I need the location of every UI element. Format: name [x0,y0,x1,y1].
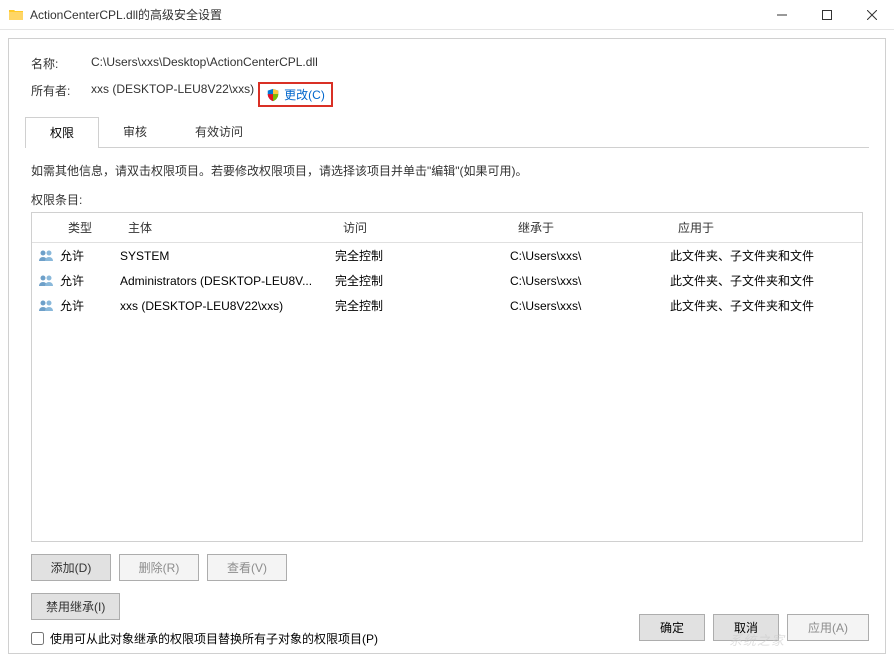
window-controls [759,0,894,29]
titlebar: ActionCenterCPL.dll的高级安全设置 [0,0,894,30]
minimize-button[interactable] [759,0,804,29]
name-value: C:\Users\xxs\Desktop\ActionCenterCPL.dll [91,55,318,72]
window-title: ActionCenterCPL.dll的高级安全设置 [30,6,759,23]
table-row[interactable]: 允许 xxs (DESKTOP-LEU8V22\xxs) 完全控制 C:\Use… [32,293,862,318]
owner-label: 所有者: [31,82,91,107]
action-buttons: 添加(D) 删除(R) 查看(V) [31,554,863,581]
cell-access: 完全控制 [335,272,510,289]
replace-permissions-label[interactable]: 使用可从此对象继承的权限项目替换所有子对象的权限项目(P) [50,630,378,647]
cell-applies: 此文件夹、子文件夹和文件 [670,272,862,289]
header-type[interactable]: 类型 [60,219,120,236]
cell-type: 允许 [60,297,120,314]
replace-permissions-checkbox[interactable] [31,632,44,645]
tab-auditing[interactable]: 审核 [99,117,171,147]
name-label: 名称: [31,55,91,72]
view-button: 查看(V) [207,554,287,581]
table-header: 类型 主体 访问 继承于 应用于 [32,213,862,243]
cell-inherited: C:\Users\xxs\ [510,299,670,313]
tabs: 权限 审核 有效访问 [25,117,869,148]
content-panel: 名称: C:\Users\xxs\Desktop\ActionCenterCPL… [8,38,886,654]
cell-applies: 此文件夹、子文件夹和文件 [670,297,862,314]
maximize-button[interactable] [804,0,849,29]
watermark: 系统之家 [729,630,785,649]
name-row: 名称: C:\Users\xxs\Desktop\ActionCenterCPL… [25,55,869,72]
users-icon [32,248,60,264]
tab-permissions[interactable]: 权限 [25,117,99,147]
cell-principal: SYSTEM [120,249,335,263]
header-access[interactable]: 访问 [335,219,510,236]
cell-access: 完全控制 [335,247,510,264]
change-owner-highlight: 更改(C) [258,82,333,107]
owner-row: 所有者: xxs (DESKTOP-LEU8V22\xxs) 更改(C) [25,82,869,107]
cell-principal: xxs (DESKTOP-LEU8V22\xxs) [120,299,335,313]
cell-principal: Administrators (DESKTOP-LEU8V... [120,274,335,288]
table-row[interactable]: 允许 Administrators (DESKTOP-LEU8V... 完全控制… [32,268,862,293]
cell-applies: 此文件夹、子文件夹和文件 [670,247,862,264]
table-row[interactable]: 允许 SYSTEM 完全控制 C:\Users\xxs\ 此文件夹、子文件夹和文… [32,243,862,268]
entries-label: 权限条目: [31,191,863,208]
owner-value: xxs (DESKTOP-LEU8V22\xxs) [91,82,254,107]
cell-type: 允许 [60,272,120,289]
header-principal[interactable]: 主体 [120,219,335,236]
cell-inherited: C:\Users\xxs\ [510,249,670,263]
remove-button: 删除(R) [119,554,199,581]
change-owner-link[interactable]: 更改(C) [284,86,325,103]
tab-effective-access[interactable]: 有效访问 [171,117,267,147]
instruction-text: 如需其他信息，请双击权限项目。若要修改权限项目，请选择该项目并单击"编辑"(如果… [31,162,863,179]
cell-type: 允许 [60,247,120,264]
tab-content: 如需其他信息，请双击权限项目。若要修改权限项目，请选择该项目并单击"编辑"(如果… [25,148,869,653]
users-icon [32,273,60,289]
apply-button: 应用(A) [787,614,869,641]
ok-button[interactable]: 确定 [639,614,705,641]
users-icon [32,298,60,314]
shield-icon [266,88,280,102]
cell-inherited: C:\Users\xxs\ [510,274,670,288]
header-icon-spacer [32,219,60,236]
permissions-table: 类型 主体 访问 继承于 应用于 允许 SYSTEM 完全控制 C:\Users… [31,212,863,542]
cell-access: 完全控制 [335,297,510,314]
folder-icon [8,7,24,23]
header-inherited[interactable]: 继承于 [510,219,670,236]
add-button[interactable]: 添加(D) [31,554,111,581]
disable-inheritance-button[interactable]: 禁用继承(I) [31,593,120,620]
header-applies[interactable]: 应用于 [670,219,862,236]
close-button[interactable] [849,0,894,29]
